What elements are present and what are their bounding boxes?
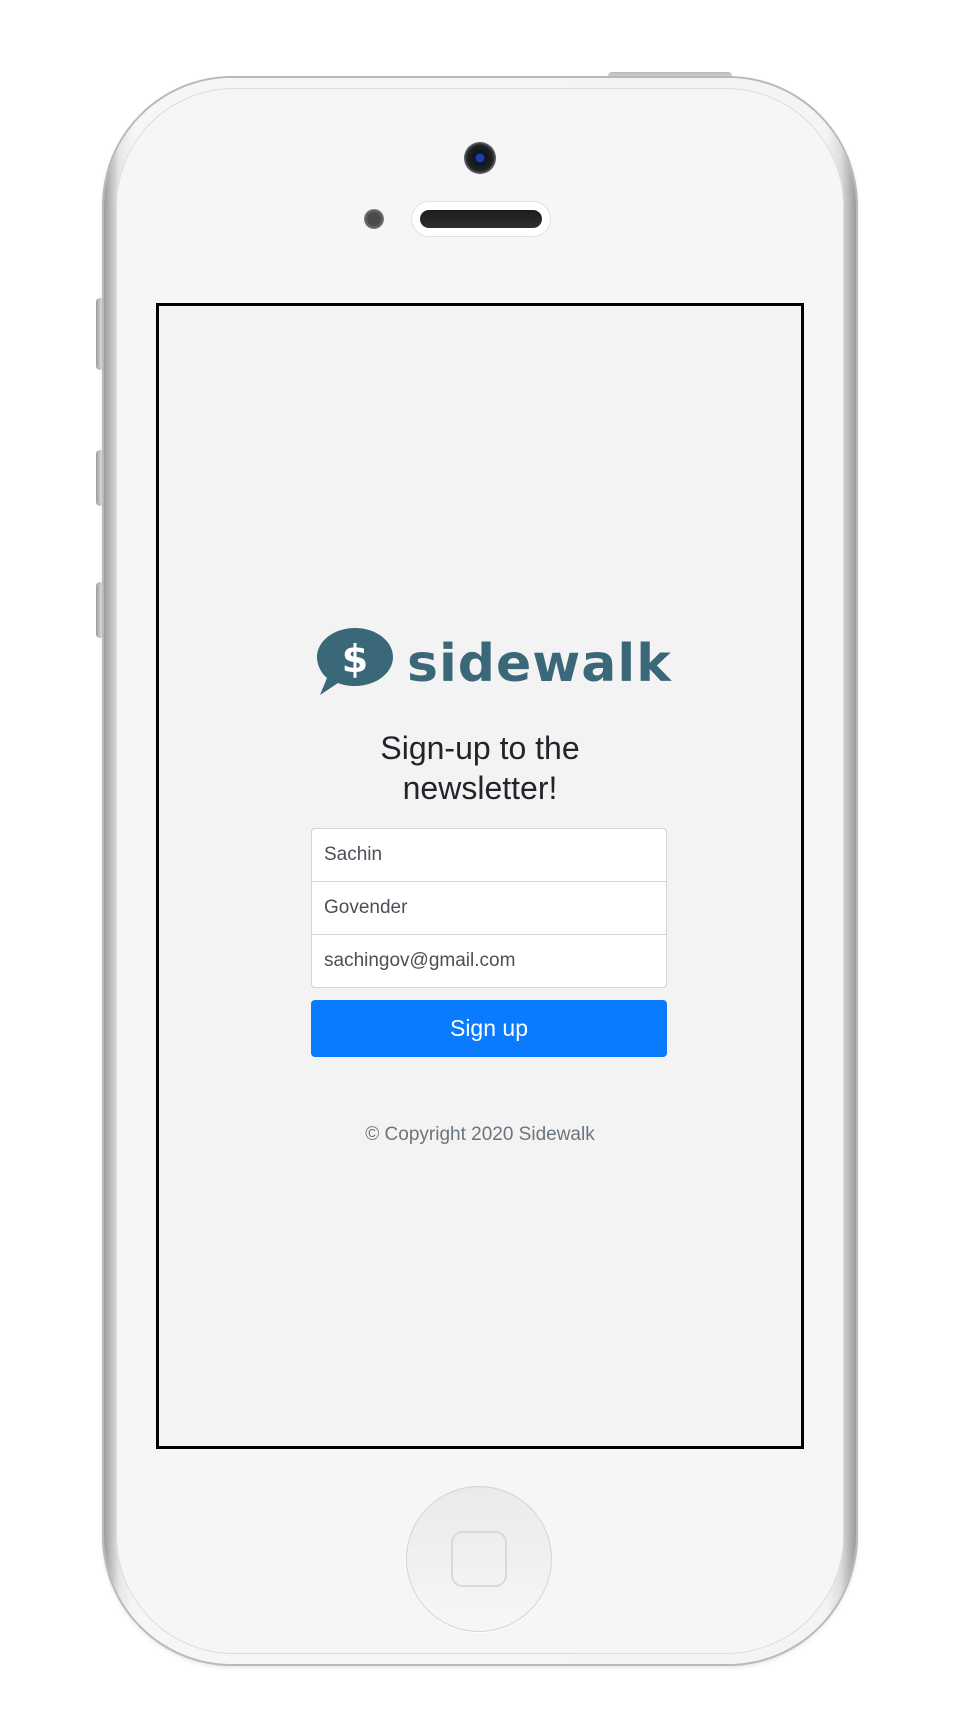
sign-up-button[interactable]: Sign up	[311, 1000, 667, 1057]
proximity-sensor	[364, 209, 384, 229]
page-title-line-1: Sign-up to the	[380, 730, 580, 766]
email-input[interactable]	[311, 934, 667, 988]
brand-name: sidewalk	[407, 634, 672, 694]
first-name-input[interactable]	[311, 828, 667, 882]
page-title: Sign-up to the newsletter!	[159, 728, 801, 808]
dollar-speech-bubble-icon: $	[317, 628, 393, 695]
phone-mockup: $ sidewalk Sign-up to the newsletter! Si…	[0, 0, 972, 1728]
brand-logo: $ sidewalk	[315, 626, 671, 702]
front-camera	[464, 142, 496, 174]
earpiece-speaker	[412, 202, 550, 236]
newsletter-form: Sign up	[311, 828, 667, 1057]
copyright-text: © Copyright 2020 Sidewalk	[365, 1124, 595, 1145]
last-name-input[interactable]	[311, 881, 667, 935]
page-title-line-2: newsletter!	[402, 770, 558, 806]
app-screen: $ sidewalk Sign-up to the newsletter! Si…	[156, 303, 804, 1449]
svg-text:$: $	[342, 637, 368, 681]
home-button[interactable]	[406, 1486, 552, 1632]
home-square-icon	[451, 1531, 507, 1587]
